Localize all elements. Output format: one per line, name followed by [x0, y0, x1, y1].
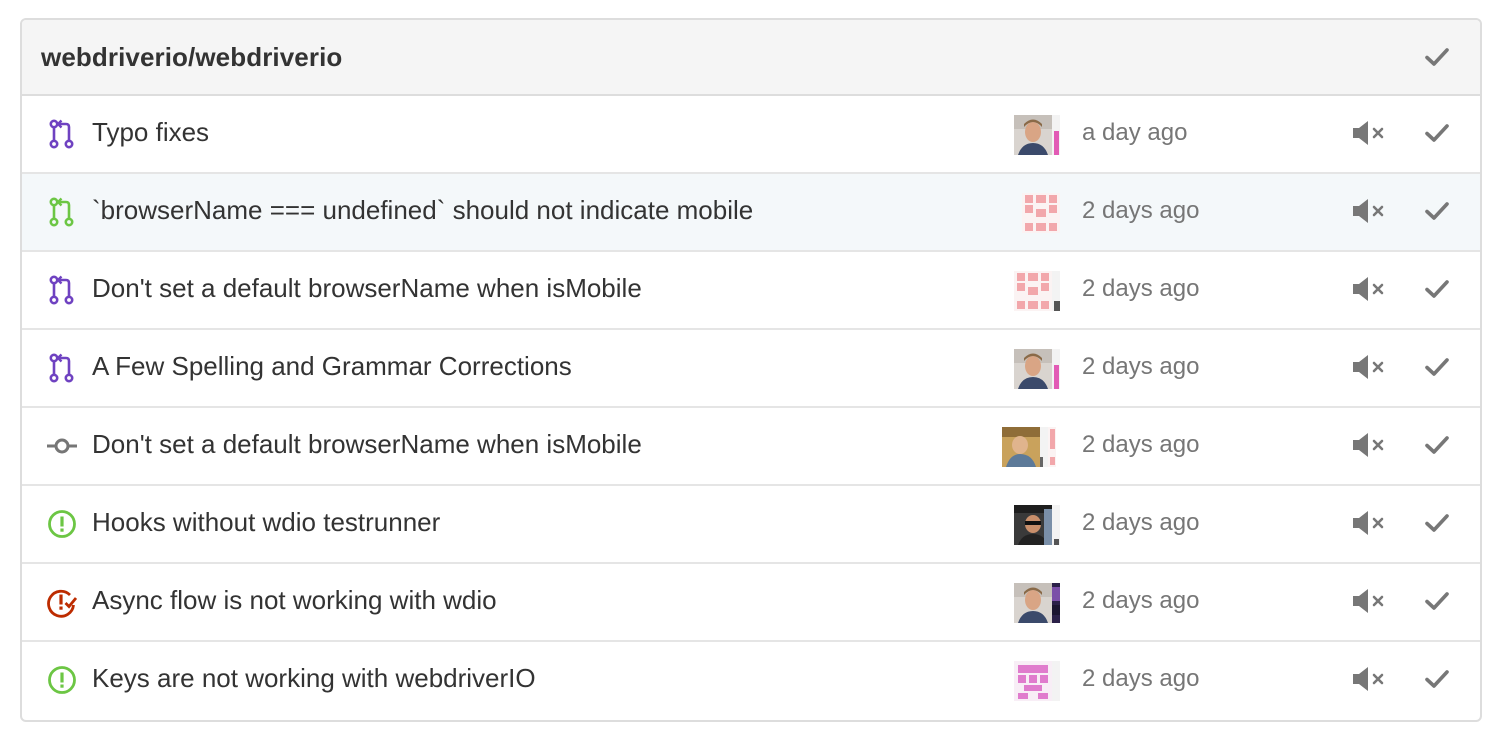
avatar[interactable]: [1014, 271, 1052, 311]
avatar[interactable]: [1014, 583, 1052, 623]
avatar-secondary[interactable]: [1052, 115, 1060, 155]
unsubscribe-mute-icon[interactable]: [1350, 274, 1386, 304]
unsubscribe-mute-icon[interactable]: [1350, 196, 1386, 226]
notification-row[interactable]: Keys are not working with webdriverIO 2 …: [22, 642, 1480, 718]
avatar[interactable]: [1014, 661, 1052, 701]
mark-read-check-icon[interactable]: [1422, 352, 1452, 382]
unsubscribe-mute-icon[interactable]: [1350, 118, 1386, 148]
timestamp: 2 days ago: [1082, 665, 1200, 692]
unsubscribe-mute-icon[interactable]: [1350, 508, 1386, 538]
notification-row[interactable]: `browserName === undefined` should not i…: [22, 174, 1480, 252]
git-pull-request-icon: [46, 118, 78, 150]
avatar-group: [1014, 661, 1060, 701]
mark-read-check-icon[interactable]: [1422, 196, 1452, 226]
issue-opened-icon: [46, 508, 78, 540]
git-pull-request-icon: [46, 352, 78, 384]
notification-title[interactable]: Typo fixes: [92, 117, 209, 148]
timestamp: 2 days ago: [1082, 431, 1200, 458]
repo-name[interactable]: webdriverio/webdriverio: [41, 42, 342, 73]
notification-title[interactable]: Async flow is not working with wdio: [92, 585, 497, 616]
notification-row[interactable]: Hooks without wdio testrunner 2 days ago: [22, 486, 1480, 564]
mark-read-check-icon[interactable]: [1422, 586, 1452, 616]
avatar-group: [1014, 115, 1060, 155]
avatar-tertiary[interactable]: [1048, 427, 1056, 467]
avatar-secondary[interactable]: [1040, 427, 1048, 467]
unsubscribe-mute-icon[interactable]: [1350, 352, 1386, 382]
avatar-secondary[interactable]: [1052, 661, 1060, 701]
notification-title[interactable]: Keys are not working with webdriverIO: [92, 663, 536, 694]
timestamp: a day ago: [1082, 119, 1188, 146]
avatar-secondary[interactable]: [1052, 349, 1060, 389]
notification-row[interactable]: Don't set a default browserName when isM…: [22, 408, 1480, 486]
mark-read-check-icon[interactable]: [1422, 430, 1452, 460]
avatar[interactable]: [1002, 427, 1040, 467]
avatar[interactable]: [1022, 193, 1060, 233]
issue-opened-icon: [46, 664, 78, 696]
avatar[interactable]: [1014, 115, 1052, 155]
timestamp: 2 days ago: [1082, 509, 1200, 536]
mark-read-check-icon[interactable]: [1422, 274, 1452, 304]
notifications-box: webdriverio/webdriverio Typo fixes a day…: [20, 18, 1482, 722]
mark-read-check-icon[interactable]: [1422, 118, 1452, 148]
avatar-group: [1022, 193, 1060, 233]
avatar-secondary[interactable]: [1052, 271, 1060, 311]
notification-row[interactable]: A Few Spelling and Grammar Corrections 2…: [22, 330, 1480, 408]
timestamp: 2 days ago: [1082, 197, 1200, 224]
mark-all-read-check-icon[interactable]: [1422, 42, 1452, 72]
notification-row[interactable]: Typo fixes a day ago: [22, 96, 1480, 174]
git-pull-request-icon: [46, 274, 78, 306]
avatar[interactable]: [1014, 349, 1052, 389]
avatar-group: [1014, 271, 1060, 311]
notification-row[interactable]: Async flow is not working with wdio 2 da…: [22, 564, 1480, 642]
unsubscribe-mute-icon[interactable]: [1350, 586, 1386, 616]
timestamp: 2 days ago: [1082, 353, 1200, 380]
unsubscribe-mute-icon[interactable]: [1350, 664, 1386, 694]
issue-closed-icon: [46, 586, 78, 618]
avatar-secondary[interactable]: [1052, 505, 1060, 545]
notification-title[interactable]: Hooks without wdio testrunner: [92, 507, 440, 538]
notification-title[interactable]: Don't set a default browserName when isM…: [92, 429, 642, 460]
notification-title[interactable]: A Few Spelling and Grammar Corrections: [92, 351, 572, 382]
unsubscribe-mute-icon[interactable]: [1350, 430, 1386, 460]
git-pull-request-icon: [46, 196, 78, 228]
timestamp: 2 days ago: [1082, 275, 1200, 302]
mark-read-check-icon[interactable]: [1422, 664, 1452, 694]
git-commit-icon: [46, 430, 78, 462]
timestamp: 2 days ago: [1082, 587, 1200, 614]
avatar-secondary[interactable]: [1052, 583, 1060, 623]
avatar-group: [1014, 349, 1060, 389]
avatar-group: [1014, 505, 1060, 545]
notification-row[interactable]: Don't set a default browserName when isM…: [22, 252, 1480, 330]
notification-title[interactable]: Don't set a default browserName when isM…: [92, 273, 642, 304]
avatar[interactable]: [1014, 505, 1052, 545]
repo-header: webdriverio/webdriverio: [22, 20, 1480, 96]
mark-read-check-icon[interactable]: [1422, 508, 1452, 538]
avatar-group: [1002, 427, 1056, 467]
avatar-group: [1014, 583, 1060, 623]
notification-title[interactable]: `browserName === undefined` should not i…: [92, 195, 753, 226]
